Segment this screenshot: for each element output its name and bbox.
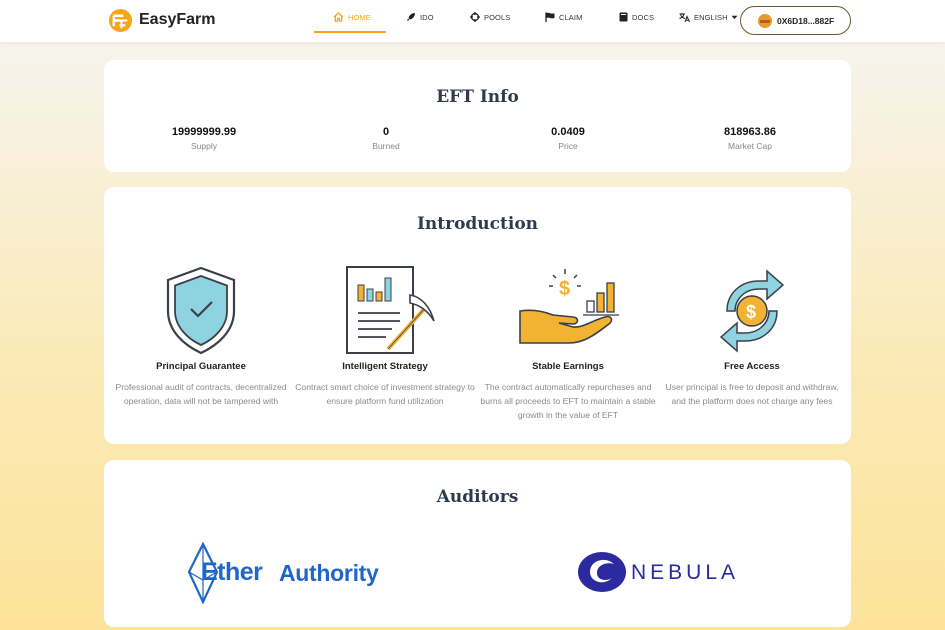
nebula-swirl-icon xyxy=(578,552,626,592)
feature-description: Contract smart choice of investment stra… xyxy=(295,382,475,406)
nav-pools[interactable]: POOLS xyxy=(470,0,510,34)
translate-icon xyxy=(679,13,690,22)
nav-pools-label: POOLS xyxy=(484,12,511,22)
auditor-ether-authority[interactable]: Ether Authority xyxy=(186,542,406,604)
flag-icon xyxy=(545,12,555,22)
top-navbar: EasyFarm HOME IDO POOLS CLAIM DOCS ENGLI… xyxy=(0,0,945,42)
nav-claim-label: CLAIM xyxy=(559,12,583,22)
feature-description: The contract automatically repurchases a… xyxy=(480,382,656,420)
crosshair-icon xyxy=(470,12,480,22)
auditors-title: Auditors xyxy=(436,487,519,507)
auditor-nebula[interactable]: NEBULA xyxy=(576,548,756,598)
stat-label: Market Cap xyxy=(728,141,772,151)
wallet-avatar xyxy=(758,13,772,28)
ether-authority-ether: Ether xyxy=(201,558,263,586)
nav-home[interactable]: HOME xyxy=(333,0,371,34)
eft-info-card: EFT Info 19999999.99 Supply 0 Burned 0.0… xyxy=(104,60,851,172)
language-label: ENGLISH xyxy=(694,12,728,22)
dollar-exchange-icon: $ xyxy=(719,269,785,353)
feature-title: Free Access xyxy=(724,361,780,372)
ether-authority-authority: Authority xyxy=(279,560,379,586)
feature-description: User principal is free to deposit and wi… xyxy=(665,382,839,406)
report-pickaxe-icon xyxy=(346,266,435,354)
nav-docs[interactable]: DOCS xyxy=(619,0,654,34)
auditors-card: Auditors Ether Authority NEBULA xyxy=(104,460,851,627)
stat-burned: 0 Burned xyxy=(316,126,456,151)
nav-ido[interactable]: IDO xyxy=(406,0,434,34)
feature-principal-guarantee: Principal Guarantee Professional audit o… xyxy=(111,265,291,408)
stat-label: Supply xyxy=(191,141,217,151)
stat-price: 0.0409 Price xyxy=(498,126,638,151)
stat-label: Price xyxy=(558,141,578,151)
nav-ido-label: IDO xyxy=(420,12,434,22)
svg-text:$: $ xyxy=(746,302,756,322)
nav-home-label: HOME xyxy=(348,12,371,22)
wallet-address: 0X6D18...882F xyxy=(777,15,835,26)
nav-docs-label: DOCS xyxy=(632,12,655,22)
home-icon xyxy=(333,12,344,22)
feature-title: Stable Earnings xyxy=(532,361,604,372)
feature-intelligent-strategy: Intelligent Strategy Contract smart choi… xyxy=(295,265,475,408)
language-selector[interactable]: ENGLISH xyxy=(679,0,738,34)
feature-free-access: $ Free Access User principal is free to … xyxy=(662,265,842,408)
wallet-button[interactable]: 0X6D18...882F xyxy=(740,6,851,35)
stat-value: 0 xyxy=(382,126,390,138)
feature-title: Intelligent Strategy xyxy=(342,361,428,372)
feature-stable-earnings: $ Stable Earnings The contract automatic… xyxy=(478,265,658,422)
stat-value: 0.0409 xyxy=(551,126,585,138)
book-icon xyxy=(619,12,628,22)
stat-value: 19999999.99 xyxy=(171,126,237,138)
svg-text:$: $ xyxy=(559,278,570,300)
feature-description: Professional audit of contracts, decentr… xyxy=(115,382,287,406)
introduction-card: Introduction Principal Guarantee Profess… xyxy=(104,187,851,444)
nebula-wordmark: NEBULA xyxy=(631,561,740,584)
stat-label: Burned xyxy=(372,141,400,151)
nav-claim[interactable]: CLAIM xyxy=(545,0,582,34)
introduction-title: Introduction xyxy=(416,214,539,234)
stat-value: 818963.86 xyxy=(724,126,776,138)
rocket-icon xyxy=(407,13,415,21)
stat-market-cap: 818963.86 Market Cap xyxy=(680,126,820,151)
caret-down-icon xyxy=(731,15,738,19)
feature-title: Principal Guarantee xyxy=(156,361,246,372)
nav-active-indicator xyxy=(314,31,386,33)
shield-check-icon xyxy=(166,266,236,355)
hand-dollar-chart-icon: $ xyxy=(519,269,619,344)
stat-supply: 19999999.99 Supply xyxy=(134,126,274,151)
eft-info-title: EFT Info xyxy=(436,87,519,107)
